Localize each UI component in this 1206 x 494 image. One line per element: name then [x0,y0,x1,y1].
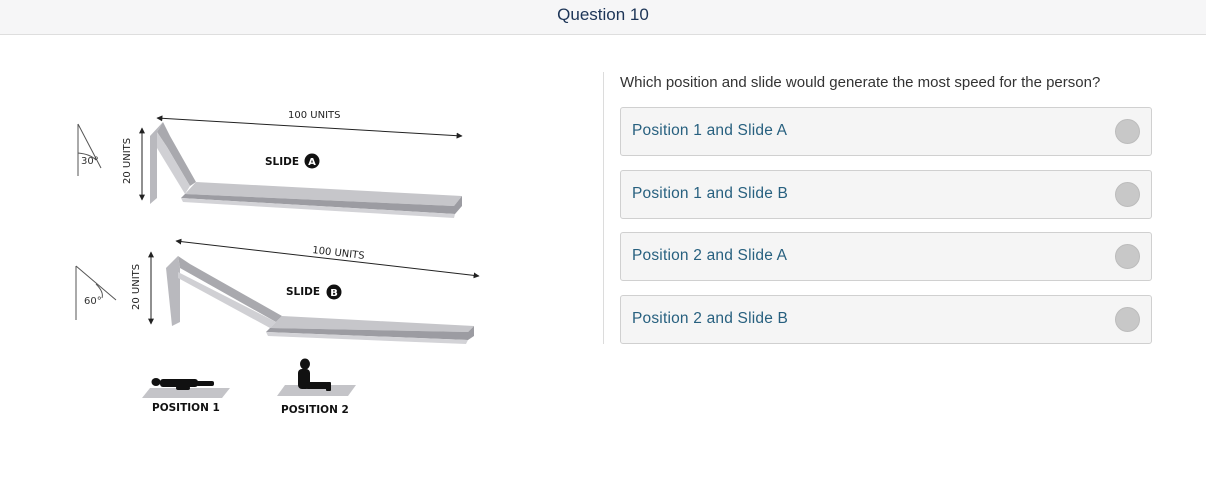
header-bar: Question 10 [0,0,1206,35]
angle-60-icon [75,265,117,320]
slide-a-letter: A [308,157,316,168]
slide-b-word: SLIDE [286,286,320,298]
question-prompt: Which position and slide would generate … [620,74,1101,91]
slide-a-angle: 30° [81,156,99,167]
slides-figure: 30° 20 UNITS 100 UNITS SLIDE A 60° 20 UN… [75,110,480,416]
radio-button[interactable] [1115,181,1140,207]
slide-a-diagram: 30° 20 UNITS 100 UNITS SLIDE A [77,110,463,218]
column-divider [603,72,604,344]
answer-option-label: Position 1 and Slide A [632,122,788,139]
slide-b-angle: 60° [84,296,102,307]
answer-option-1[interactable]: Position 1 and Slide A [620,107,1152,156]
angle-30-icon [77,123,102,176]
slide-a-length-label: 100 UNITS [288,110,340,121]
slide-b-diagram: 60° 20 UNITS 100 UNITS SLIDE B [75,238,480,344]
slide-b-letter: B [330,288,338,299]
slide-b-height-label: 20 UNITS [131,264,142,310]
slide-a-shape [150,122,462,218]
position-1-figure: POSITION 1 [142,378,230,414]
radio-button[interactable] [1115,306,1140,332]
slide-a-word: SLIDE [265,156,299,168]
page-title: Question 10 [557,5,649,24]
answer-options: Position 1 and Slide A Position 1 and Sl… [620,107,1152,357]
sitting-person-icon [298,358,331,391]
position-2-figure: POSITION 2 [277,358,356,416]
radio-button[interactable] [1115,244,1140,269]
position-2-label: POSITION 2 [281,404,349,416]
slide-a-height-label: 20 UNITS [122,138,133,184]
answer-option-2[interactable]: Position 1 and Slide B [620,169,1152,219]
answer-option-label: Position 2 and Slide A [632,247,788,264]
slide-b-shape [166,256,474,344]
answer-option-label: Position 1 and Slide B [632,184,789,202]
position-1-label: POSITION 1 [152,402,220,414]
answer-option-4[interactable]: Position 2 and Slide B [620,294,1152,344]
answer-option-3[interactable]: Position 2 and Slide A [620,232,1152,281]
answer-option-label: Position 2 and Slide B [632,309,789,327]
radio-button[interactable] [1115,119,1140,144]
